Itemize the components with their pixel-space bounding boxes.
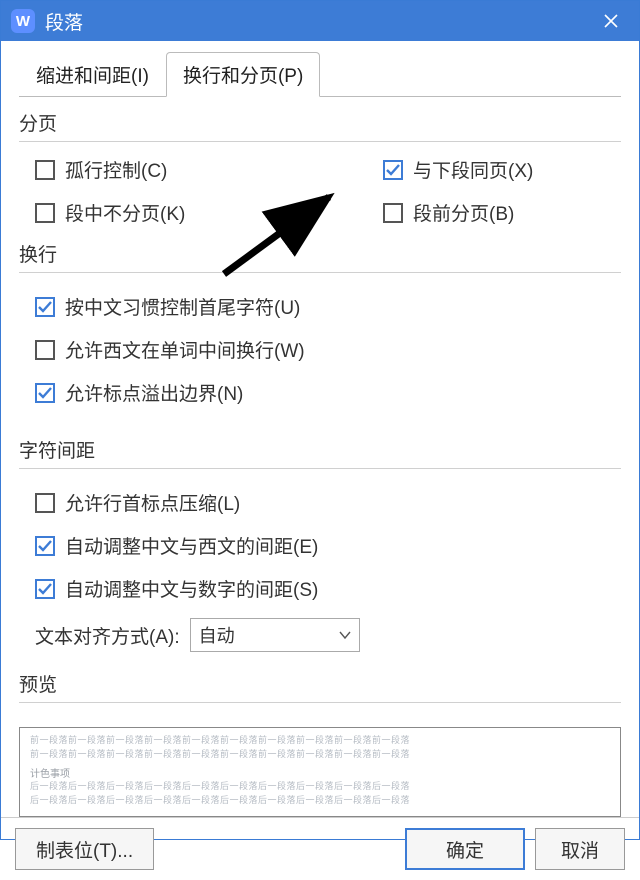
checkbox-label: 允许标点溢出边界(N) xyxy=(65,379,243,406)
checkbox-label: 与下段同页(X) xyxy=(413,156,533,183)
close-button[interactable] xyxy=(591,1,631,41)
checkbox-cjk-first-last[interactable]: 按中文习惯控制首尾字符(U) xyxy=(35,293,300,320)
checkbox-label: 允许西文在单词中间换行(W) xyxy=(65,336,305,363)
select-value: 自动 xyxy=(199,622,235,648)
section-char-spacing-label: 字符间距 xyxy=(19,436,621,463)
preview-filler-line: 后一段落后一段落后一段落后一段落后一段落后一段落后一段落后一段落后一段落后一段落 xyxy=(30,794,610,808)
checkbox-icon xyxy=(383,203,403,223)
checkbox-label: 自动调整中文与数字的间距(S) xyxy=(65,575,318,602)
checkbox-latin-word-break[interactable]: 允许西文在单词中间换行(W) xyxy=(35,336,305,363)
text-alignment-label: 文本对齐方式(A): xyxy=(35,622,180,649)
close-icon xyxy=(603,13,619,29)
checkbox-label: 孤行控制(C) xyxy=(65,156,167,183)
text-alignment-select[interactable]: 自动 xyxy=(190,618,360,652)
dialog-footer: 制表位(T)... 确定 取消 xyxy=(1,817,639,880)
checkbox-icon xyxy=(35,536,55,556)
checkbox-icon xyxy=(383,160,403,180)
checkbox-cjk-digit-space[interactable]: 自动调整中文与数字的间距(S) xyxy=(35,575,318,602)
checkbox-icon xyxy=(35,383,55,403)
section-pagination: 孤行控制(C) 与下段同页(X) 段中不分页(K) xyxy=(19,142,621,230)
chevron-down-icon xyxy=(339,625,351,646)
tab-indent-spacing[interactable]: 缩进和间距(I) xyxy=(19,52,166,97)
cancel-button[interactable]: 取消 xyxy=(535,828,625,870)
window-title: 段落 xyxy=(45,8,591,35)
section-char-spacing: 允许行首标点压缩(L) 自动调整中文与西文的间距(E) 自动调整中文与数字的间距… xyxy=(19,469,621,656)
paragraph-dialog: W 段落 缩进和间距(I) 换行和分页(P) 分页 孤行控制(C) xyxy=(0,0,640,840)
section-pagination-label: 分页 xyxy=(19,109,621,136)
dialog-content: 缩进和间距(I) 换行和分页(P) 分页 孤行控制(C) 与下段同页(X) xyxy=(1,41,639,817)
tab-line-page-break[interactable]: 换行和分页(P) xyxy=(166,52,320,97)
checkbox-page-break-before[interactable]: 段前分页(B) xyxy=(383,199,621,226)
checkbox-widow-control[interactable]: 孤行控制(C) xyxy=(35,156,273,183)
preview-panel: 前一段落前一段落前一段落前一段落前一段落前一段落前一段落前一段落前一段落前一段落… xyxy=(19,727,621,817)
section-linebreak-label: 换行 xyxy=(19,240,621,267)
checkbox-icon xyxy=(35,579,55,599)
section-linebreak: 按中文习惯控制首尾字符(U) 允许西文在单词中间换行(W) 允许标点溢出边界(N… xyxy=(19,273,621,426)
checkbox-icon xyxy=(35,297,55,317)
checkbox-label: 自动调整中文与西文的间距(E) xyxy=(65,532,318,559)
checkbox-icon xyxy=(35,340,55,360)
title-bar: W 段落 xyxy=(1,1,639,41)
checkbox-keep-lines-together[interactable]: 段中不分页(K) xyxy=(35,199,273,226)
ok-button[interactable]: 确定 xyxy=(405,828,525,870)
tab-strip: 缩进和间距(I) 换行和分页(P) xyxy=(19,51,621,97)
preview-filler-line: 后一段落后一段落后一段落后一段落后一段落后一段落后一段落后一段落后一段落后一段落 xyxy=(30,780,610,794)
app-icon: W xyxy=(11,9,35,33)
checkbox-icon xyxy=(35,493,55,513)
checkbox-label: 允许行首标点压缩(L) xyxy=(65,489,240,516)
preview-sample-text: 计色事项 xyxy=(30,765,610,780)
section-preview-label: 预览 xyxy=(19,670,621,697)
preview-filler-line: 前一段落前一段落前一段落前一段落前一段落前一段落前一段落前一段落前一段落前一段落 xyxy=(30,748,610,762)
checkbox-label: 段中不分页(K) xyxy=(65,199,185,226)
checkbox-cjk-latin-space[interactable]: 自动调整中文与西文的间距(E) xyxy=(35,532,318,559)
preview-filler-line: 前一段落前一段落前一段落前一段落前一段落前一段落前一段落前一段落前一段落前一段落 xyxy=(30,734,610,748)
checkbox-icon xyxy=(35,160,55,180)
checkbox-label: 按中文习惯控制首尾字符(U) xyxy=(65,293,300,320)
checkbox-keep-with-next[interactable]: 与下段同页(X) xyxy=(383,156,621,183)
tabs-button[interactable]: 制表位(T)... xyxy=(15,828,154,870)
checkbox-label: 段前分页(B) xyxy=(413,199,514,226)
checkbox-icon xyxy=(35,203,55,223)
checkbox-punct-overflow[interactable]: 允许标点溢出边界(N) xyxy=(35,379,243,406)
checkbox-punct-compress[interactable]: 允许行首标点压缩(L) xyxy=(35,489,240,516)
